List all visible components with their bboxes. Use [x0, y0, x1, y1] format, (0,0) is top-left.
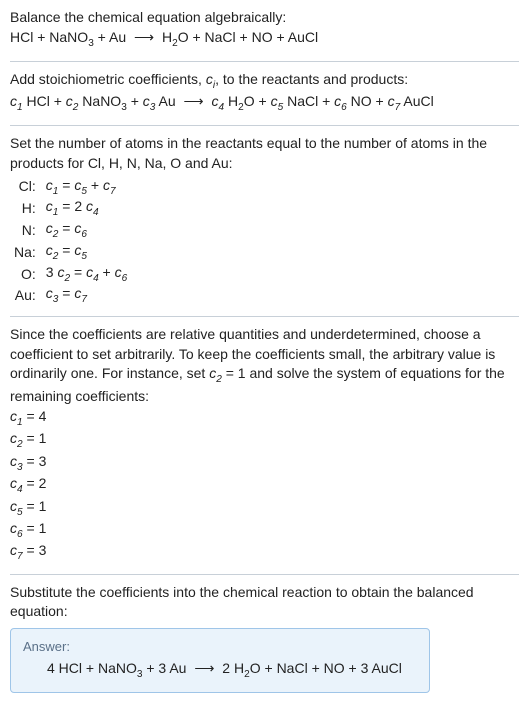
answer-equation: 4 HCl + NaNO3 + 3 Au ⟶ 2 H2O + NaCl + NO… [23, 660, 417, 680]
solve-text: Since the coefficients are relative quan… [10, 325, 519, 407]
stoich-reaction: c1 HCl + c2 NaNO3 + c3 Au ⟶ c4 H2O + c5 … [10, 92, 519, 115]
coef-line: c5 = 1 [10, 497, 519, 519]
element-equation: c1 = 2 c4 [42, 197, 131, 219]
intro-reaction: HCl + NaNO3 + Au ⟶ H2O + NaCl + NO + AuC… [10, 28, 519, 51]
divider [10, 61, 519, 62]
stoich-text-2: , to the reactants and products: [215, 71, 408, 87]
solve-section: Since the coefficients are relative quan… [10, 325, 519, 563]
coef-line: c1 = 4 [10, 407, 519, 429]
element-equation: c1 = c5 + c7 [42, 176, 131, 198]
subst-text: Substitute the coefficients into the che… [10, 583, 519, 622]
ci-symbol: ci [206, 71, 215, 87]
element-equation: 3 c2 = c4 + c6 [42, 263, 131, 285]
coef-line: c3 = 3 [10, 452, 519, 474]
stoich-text-1: Add stoichiometric coefficients, [10, 71, 206, 87]
element-label: Cl: [10, 176, 42, 198]
atoms-row: O:3 c2 = c4 + c6 [10, 263, 131, 285]
element-equation: c3 = c7 [42, 284, 131, 306]
atoms-row: H:c1 = 2 c4 [10, 197, 131, 219]
stoich-text: Add stoichiometric coefficients, ci, to … [10, 70, 519, 93]
atoms-table: Cl:c1 = c5 + c7H:c1 = 2 c4N:c2 = c6Na:c2… [10, 176, 131, 307]
atoms-section: Set the number of atoms in the reactants… [10, 134, 519, 306]
stoich-section: Add stoichiometric coefficients, ci, to … [10, 70, 519, 116]
element-label: H: [10, 197, 42, 219]
atoms-row: Na:c2 = c5 [10, 241, 131, 263]
element-label: N: [10, 219, 42, 241]
coef-line: c6 = 1 [10, 519, 519, 541]
element-label: O: [10, 263, 42, 285]
coef-line: c4 = 2 [10, 474, 519, 496]
atoms-row: Cl:c1 = c5 + c7 [10, 176, 131, 198]
coef-line: c7 = 3 [10, 541, 519, 563]
element-equation: c2 = c6 [42, 219, 131, 241]
element-label: Na: [10, 241, 42, 263]
atoms-text: Set the number of atoms in the reactants… [10, 134, 519, 173]
atoms-row: N:c2 = c6 [10, 219, 131, 241]
answer-box: Answer: 4 HCl + NaNO3 + 3 Au ⟶ 2 H2O + N… [10, 628, 430, 693]
intro-section: Balance the chemical equation algebraica… [10, 8, 519, 51]
intro-title: Balance the chemical equation algebraica… [10, 8, 519, 28]
coef-line: c2 = 1 [10, 429, 519, 451]
divider [10, 125, 519, 126]
element-equation: c2 = c5 [42, 241, 131, 263]
divider [10, 574, 519, 575]
divider [10, 316, 519, 317]
subst-section: Substitute the coefficients into the che… [10, 583, 519, 693]
c2-symbol: c2 [209, 365, 222, 381]
answer-label: Answer: [23, 639, 417, 654]
element-label: Au: [10, 284, 42, 306]
coef-list: c1 = 4c2 = 1c3 = 3c4 = 2c5 = 1c6 = 1c7 =… [10, 407, 519, 564]
atoms-row: Au:c3 = c7 [10, 284, 131, 306]
